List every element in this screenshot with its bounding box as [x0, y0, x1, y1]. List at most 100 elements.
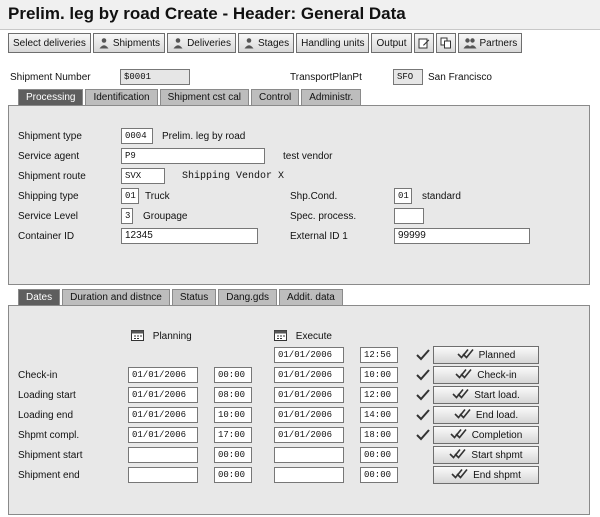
- deliveries-button[interactable]: Deliveries: [167, 33, 236, 53]
- partners-button[interactable]: Partners: [457, 33, 523, 53]
- handling-units-button[interactable]: Handling units: [296, 33, 370, 53]
- shipping-type-label: Shipping type: [18, 191, 79, 202]
- stages-label: Stages: [257, 37, 290, 49]
- plan-time-field-loading-end[interactable]: 10:00: [214, 407, 252, 423]
- plan-date-field-loading-start[interactable]: 01/01/2006: [128, 387, 198, 403]
- shipping-type-field[interactable]: 01: [121, 188, 139, 204]
- tab-additional-data[interactable]: Addit. data: [279, 289, 343, 305]
- exec-date-field-shpmt-compl[interactable]: 01/01/2006: [274, 427, 344, 443]
- tab-dates[interactable]: Dates: [18, 289, 61, 305]
- shipments-label: Shipments: [112, 37, 161, 49]
- plan-time-field-check-in[interactable]: 00:00: [214, 367, 252, 383]
- handling-units-label: Handling units: [301, 37, 365, 49]
- partners-icon: [463, 37, 477, 49]
- planned-exec-date-field[interactable]: 01/01/2006: [274, 347, 344, 363]
- shp-cond-field[interactable]: 01: [394, 188, 412, 204]
- exec-time-field-loading-start[interactable]: 12:00: [360, 387, 398, 403]
- output-button[interactable]: Output: [371, 33, 412, 53]
- plan-date-field-loading-end[interactable]: 01/01/2006: [128, 407, 198, 423]
- double-check-icon: [449, 448, 467, 463]
- plan-time-field-shpmt-compl[interactable]: 17:00: [214, 427, 252, 443]
- shpmt-compl-button[interactable]: Completion: [433, 426, 539, 444]
- check-in-button[interactable]: Check-in: [433, 366, 539, 384]
- person-icon: [243, 37, 255, 49]
- tab-identification[interactable]: Identification: [85, 89, 158, 105]
- service-level-label: Service Level: [18, 211, 79, 222]
- spec-process-label: Spec. process.: [290, 211, 357, 222]
- shipment-number-label: Shipment Number: [10, 72, 91, 83]
- shipment-type-field[interactable]: 0004: [121, 128, 153, 144]
- double-check-icon: [450, 428, 468, 443]
- external-id-field[interactable]: 99999: [394, 228, 530, 244]
- tab-control[interactable]: Control: [251, 89, 300, 105]
- plan-date-field-shpmt-compl[interactable]: 01/01/2006: [128, 427, 198, 443]
- toolbar: Select deliveries Shipments Deliveries S…: [8, 33, 523, 53]
- exec-time-field-shpmt-compl[interactable]: 18:00: [360, 427, 398, 443]
- container-id-field[interactable]: 12345: [121, 228, 258, 244]
- stages-button[interactable]: Stages: [237, 33, 295, 53]
- tab-dangerous-goods[interactable]: Dang.gds: [218, 289, 278, 305]
- planning-label: Planning: [152, 331, 192, 343]
- header-tab-strip: Processing Identification Shipment cst c…: [18, 89, 362, 105]
- shipment-number-field[interactable]: $0001: [120, 69, 190, 85]
- date-row-label-loading-end: Loading end: [18, 410, 74, 421]
- service-level-text: Groupage: [143, 211, 188, 222]
- planned-button[interactable]: Planned: [433, 346, 539, 364]
- plan-time-field-shipment-start[interactable]: 00:00: [214, 447, 252, 463]
- check-icon: [416, 409, 430, 421]
- calendar-icon: [131, 329, 144, 344]
- exec-time-field-check-in[interactable]: 10:00: [360, 367, 398, 383]
- select-deliveries-button[interactable]: Select deliveries: [8, 33, 91, 53]
- service-level-field[interactable]: 3: [121, 208, 133, 224]
- exec-date-field-loading-end[interactable]: 01/01/2006: [274, 407, 344, 423]
- double-check-icon: [454, 408, 472, 423]
- shp-cond-label: Shp.Cond.: [290, 191, 338, 202]
- plan-time-field-shipment-end[interactable]: 00:00: [214, 467, 252, 483]
- check-icon: [416, 369, 430, 381]
- tab-shipment-cost-calc[interactable]: Shipment cst cal: [159, 89, 249, 105]
- exec-date-field-check-in[interactable]: 01/01/2006: [274, 367, 344, 383]
- plan-time-field-loading-start[interactable]: 08:00: [214, 387, 252, 403]
- transport-plan-pt-field[interactable]: SFO: [393, 69, 423, 85]
- partners-label: Partners: [479, 37, 518, 49]
- double-check-icon: [452, 388, 470, 403]
- container-id-label: Container ID: [18, 231, 75, 242]
- copy-button[interactable]: [435, 33, 456, 53]
- date-row-label-shipment-start: Shipment start: [18, 450, 83, 461]
- spec-process-field[interactable]: [394, 208, 424, 224]
- exec-date-field-shipment-start[interactable]: [274, 447, 344, 463]
- tab-administration[interactable]: Administr.: [301, 89, 362, 105]
- shipment-end-button[interactable]: End shpmt: [433, 466, 539, 484]
- plan-date-field-shipment-start[interactable]: [128, 447, 198, 463]
- exec-date-field-shipment-end[interactable]: [274, 467, 344, 483]
- shipment-start-button[interactable]: Start shpmt: [433, 446, 539, 464]
- select-deliveries-label: Select deliveries: [13, 37, 86, 49]
- plan-date-field-check-in[interactable]: 01/01/2006: [128, 367, 198, 383]
- edit-icon: [418, 37, 430, 49]
- person-icon: [98, 37, 110, 49]
- exec-time-field-shipment-end[interactable]: 00:00: [360, 467, 398, 483]
- planned-exec-time-field[interactable]: 12:56: [360, 347, 398, 363]
- service-agent-field[interactable]: P9: [121, 148, 265, 164]
- tab-duration-distance[interactable]: Duration and distnce: [62, 289, 170, 305]
- tab-status[interactable]: Status: [171, 289, 217, 305]
- exec-time-field-loading-end[interactable]: 14:00: [360, 407, 398, 423]
- shipment-type-text: Prelim. leg by road: [162, 131, 246, 142]
- exec-time-field-shipment-start[interactable]: 00:00: [360, 447, 398, 463]
- window-title: Prelim. leg by road Create - Header: Gen…: [0, 0, 600, 30]
- shipment-route-field[interactable]: SVX: [121, 168, 165, 184]
- date-row-label-shipment-end: Shipment end: [18, 470, 80, 481]
- shipment-end-button-label: End shpmt: [473, 469, 521, 481]
- plan-date-field-shipment-end[interactable]: [128, 467, 198, 483]
- planning-header: Planning: [131, 329, 192, 344]
- loading-start-button[interactable]: Start load.: [433, 386, 539, 404]
- output-label: Output: [376, 37, 407, 49]
- shipments-button[interactable]: Shipments: [92, 33, 166, 53]
- date-row-label-check-in: Check-in: [18, 370, 58, 381]
- shpmt-compl-button-label: Completion: [471, 429, 523, 441]
- double-check-icon: [455, 368, 473, 383]
- loading-end-button[interactable]: End load.: [433, 406, 539, 424]
- tab-processing[interactable]: Processing: [18, 89, 84, 105]
- edit-button[interactable]: [413, 33, 434, 53]
- exec-date-field-loading-start[interactable]: 01/01/2006: [274, 387, 344, 403]
